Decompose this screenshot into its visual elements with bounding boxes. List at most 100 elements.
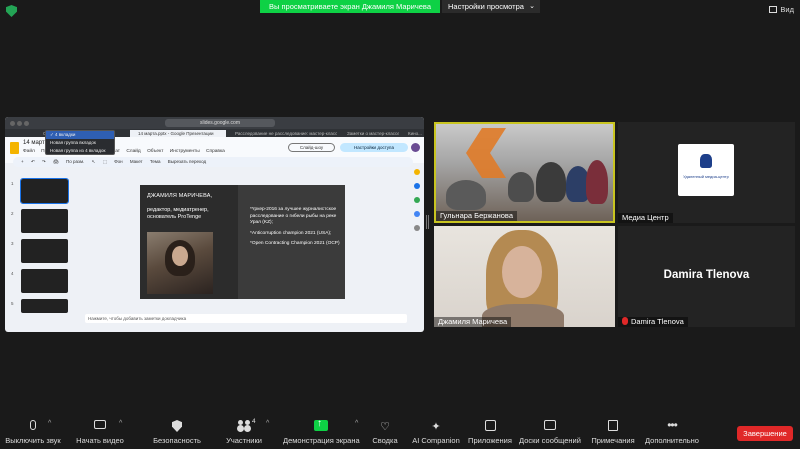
award-item: *Үркер-2016 за лучшее журналистское расс… [250,207,337,225]
browser-address-bar[interactable]: slides.google.com [165,119,275,127]
window-minimize-dot-icon[interactable] [17,121,22,126]
award-item: *Anticorruption champion 2021 (USA); [250,230,332,236]
start-video-button[interactable]: ^ Начать видео [75,420,125,445]
security-label: Безопасность [153,436,201,445]
summary-button[interactable]: ♡ Сводка [369,420,401,445]
share-label: Демонстрация экрана [283,436,360,445]
more-dots-icon: ••• [667,418,678,432]
browser-tab[interactable]: Расследование не расследование: мастер-к… [227,130,337,137]
participant-figure [586,160,608,204]
participant-name: Гульнара Бержанова [436,211,518,221]
toolbar-transition[interactable]: Вырезать переход [168,159,206,164]
tasks-icon[interactable] [414,183,420,189]
media-center-emblem-icon [700,154,712,168]
participant-tile[interactable]: Damira Tlenova Damira Tlenova [618,226,795,327]
toolbar-textbox[interactable]: ⬚ [103,159,107,164]
toolbar-redo[interactable]: ↷ [42,159,46,164]
browser-tab-active[interactable]: 14 марта.pptx - Google Презентации [130,130,226,137]
toolbar-zoom[interactable]: По разм. [66,159,84,164]
toolbar-select[interactable]: ↖ [92,159,96,164]
participants-button[interactable]: 4 ^ Участники [222,418,269,445]
chevron-up-icon[interactable]: ^ [119,420,122,427]
participant-name-label: Damira Tlenova [618,317,688,327]
participants-icon [237,420,251,430]
chevron-up-icon[interactable]: ^ [355,420,358,427]
encryption-shield-icon[interactable] [6,5,17,17]
presentation-title[interactable]: 14 март [23,140,45,146]
slide-thumbnail-4[interactable] [21,269,68,293]
slide-thumbnail-3[interactable] [21,239,68,263]
view-button[interactable]: Вид [769,5,794,14]
toolbar-background[interactable]: Фон [114,159,122,164]
zoom-meeting-window: Вы просматриваете экран Джамиля Маричева… [0,0,800,449]
speaker-notes-field[interactable]: Нажмите, чтобы добавить заметки докладчи… [85,314,407,323]
security-button[interactable]: Безопасность [152,420,202,445]
microphone-icon [30,420,36,430]
share-screen-button[interactable]: ^ Демонстрация экрана [283,418,360,445]
ai-companion-button[interactable]: ✦ AI Companion [412,420,460,445]
toolbar-undo[interactable]: ↶ [31,159,35,164]
participants-count: 4 [252,418,256,425]
mute-button[interactable]: ^ Выключить звук [4,420,62,445]
menu-help[interactable]: Справка [206,149,225,154]
participant-tile-active-speaker[interactable]: Гульнара Бержанова [434,122,615,223]
window-zoom-dot-icon[interactable] [24,121,29,126]
slides-toolbar: + ↶ ↷ 🖨 По разм. ↖ ⬚ Фон Макет Тема Выре… [13,157,413,167]
share-screen-icon [314,418,328,431]
tab-group-menu: ✓ 4 вкладки Новая группа вкладок Новая г… [45,130,115,155]
browser-tab[interactable]: Кино... [400,130,424,137]
speaker-photo [147,232,213,294]
slide-speaker-role: редактор, медиатренер, основатель ProTen… [147,207,209,220]
chevron-up-icon[interactable]: ^ [48,420,51,427]
ai-label: AI Companion [412,436,460,445]
browser-tab[interactable]: Заметки о мастер-классе Facebook [339,130,399,137]
slide-thumbnail-2[interactable] [21,209,68,233]
add-addon-icon[interactable] [414,225,420,231]
tab-menu-item[interactable]: Новая группа вкладок [46,139,114,147]
participant-tile[interactable]: Джамиля Маричева [434,226,615,327]
menu-object[interactable]: Объект [147,149,163,154]
chevron-up-icon[interactable]: ^ [266,420,269,427]
maps-icon[interactable] [414,211,420,217]
toolbar-layout[interactable]: Макет [130,159,143,164]
view-options-dropdown[interactable]: Настройки просмотра ⌄ [442,0,540,13]
panel-resize-handle[interactable] [426,215,429,229]
menu-slide[interactable]: Слайд [126,149,140,154]
account-avatar[interactable] [411,143,420,152]
menu-tools[interactable]: Инструменты [170,149,200,154]
shared-screen[interactable]: slides.google.com Ответ на вызов... 14 м… [5,117,424,332]
slide-thumbnail-5[interactable] [21,299,68,313]
slideshow-button[interactable]: Слайд-шоу [288,143,335,152]
summary-icon: ♡ [380,421,390,433]
toolbar-theme[interactable]: Тема [150,159,161,164]
end-meeting-button[interactable]: Завершение [737,426,793,441]
notes-button[interactable]: Примечания [591,420,635,445]
slide-number: 4 [11,271,14,276]
current-slide[interactable]: ДЖАМИЛЯ МАРИЧЕВА, редактор, медиатренер,… [140,185,345,299]
contacts-icon[interactable] [414,197,420,203]
apps-button[interactable]: Приложения [467,420,513,445]
participants-label: Участники [226,436,262,445]
share-access-button[interactable]: Настройки доступа [340,143,408,152]
summary-label: Сводка [372,436,398,445]
logo-text: Удаленный медиа-центр [683,174,729,179]
whiteboards-button[interactable]: Доски сообщений [519,420,581,445]
slide-awards-list: *Үркер-2016 за лучшее журналистское расс… [250,207,340,252]
toolbar-new-slide[interactable]: + [21,159,24,164]
keep-icon[interactable] [414,169,420,175]
view-label: Вид [780,5,794,14]
tab-menu-item[interactable]: ✓ 4 вкладки [46,131,114,139]
more-button[interactable]: ••• Дополнительно [644,418,700,445]
google-slides-logo-icon[interactable] [10,142,19,154]
participant-tile[interactable]: Удаленный медиа-центр Медиа Центр [618,122,795,223]
tab-menu-item[interactable]: Новая группа из 4 вкладок [46,147,114,155]
slide-thumbnail-1[interactable] [20,178,69,204]
slide-number: 5 [11,301,14,306]
security-shield-icon [172,420,182,432]
menu-file[interactable]: Файл [23,149,35,154]
window-close-dot-icon[interactable] [10,121,15,126]
classroom-video [436,124,613,221]
slide-canvas[interactable]: ДЖАМИЛЯ МАРИЧЕВА, редактор, медиатренер,… [77,169,413,309]
view-options-label: Настройки просмотра [448,2,524,11]
toolbar-print[interactable]: 🖨 [53,159,59,164]
